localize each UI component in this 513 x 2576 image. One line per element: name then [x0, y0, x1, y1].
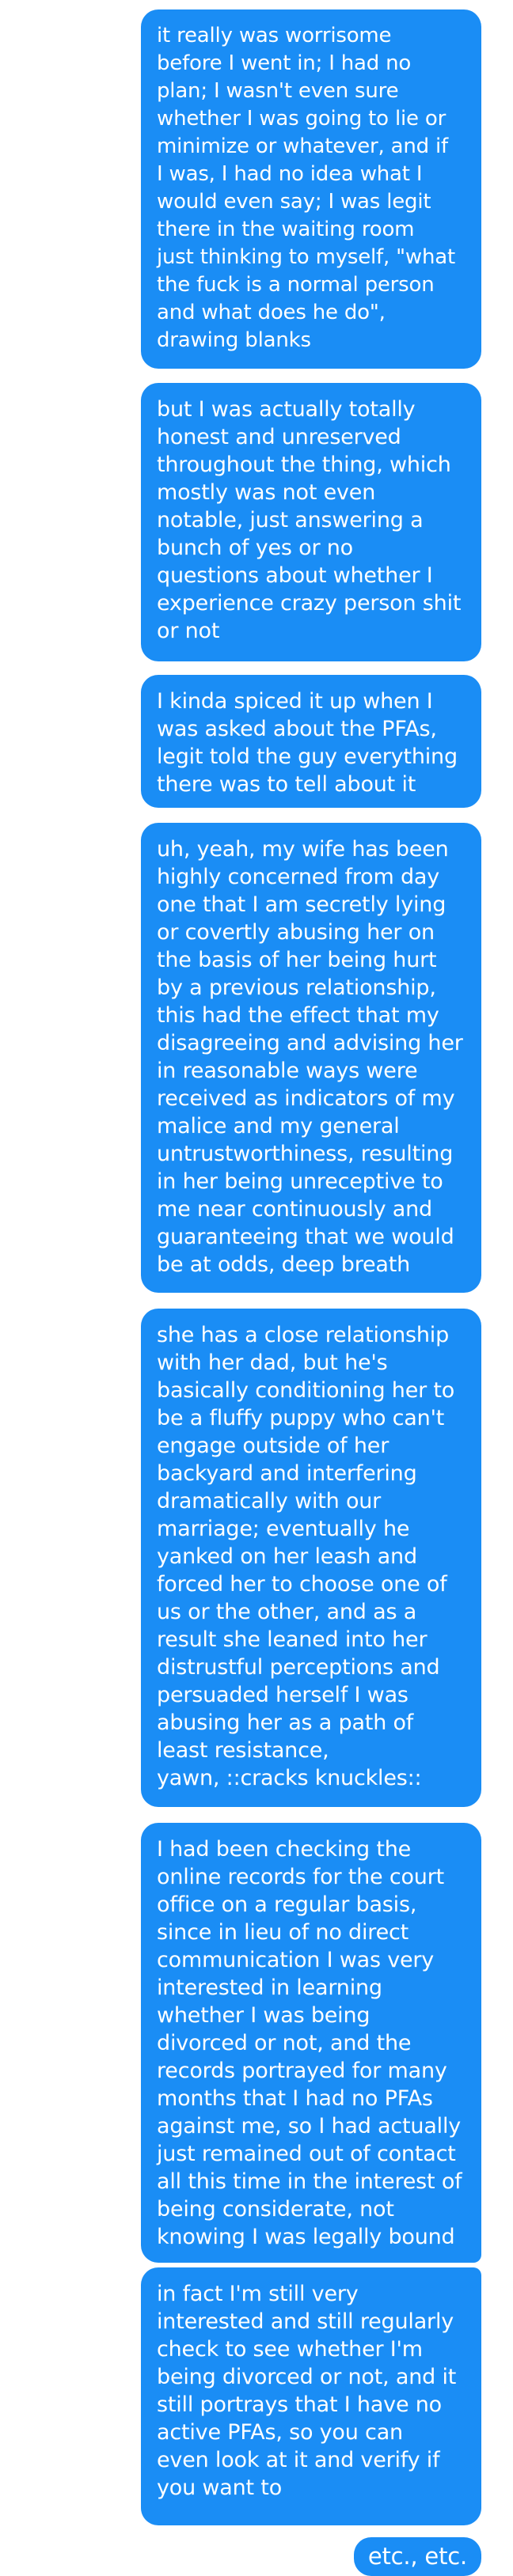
message-line: throughout the thing, which: [157, 453, 451, 477]
message-line: records portrayed for many: [157, 2059, 447, 2083]
message-bubble[interactable]: etc., etc.: [353, 2537, 481, 2576]
message-line: dramatically with our: [157, 1489, 382, 1513]
message-line: marriage; eventually he: [157, 1517, 410, 1541]
message-line: interested and still regularly: [157, 2309, 454, 2334]
message-line: check to see whether I'm: [157, 2337, 423, 2362]
message-line: legit told the guy everything: [157, 744, 458, 769]
message-line: she has a close relationship: [157, 1323, 450, 1347]
message-line: drawing blanks: [157, 328, 311, 352]
message-bubble[interactable]: uh, yeah, my wife has been highly concer…: [141, 823, 481, 1293]
message-line: there was to tell about it: [157, 772, 416, 797]
message-line: just remained out of contact: [157, 2142, 456, 2166]
message-line: I had been checking the: [157, 1837, 412, 1862]
message-line: was asked about the PFAs,: [157, 717, 437, 741]
message-line: active PFAs, so you can: [157, 2420, 403, 2445]
message-line: I was, I had no idea what I: [157, 162, 423, 186]
message-line: before I went in; I had no: [157, 51, 412, 75]
message-bubble[interactable]: in fact I'm still very interested and st…: [141, 2267, 481, 2525]
message-line: honest and unreserved: [157, 425, 401, 449]
message-line: minimize or whatever, and if: [157, 134, 448, 158]
message-thread: it really was worrisome before I went in…: [0, 0, 513, 2576]
message-line: office on a regular basis,: [157, 1892, 417, 1917]
message-line: received as indicators of my: [157, 1086, 455, 1111]
message-bubble[interactable]: she has a close relationship with her da…: [141, 1309, 481, 1807]
message-line: basically conditioning her to: [157, 1378, 455, 1403]
message-line: I kinda spiced it up when I: [157, 689, 433, 714]
message-line: but I was actually totally: [157, 397, 416, 422]
message-line: yanked on her leash and: [157, 1544, 417, 1569]
message-bubble[interactable]: I kinda spiced it up when I was asked ab…: [141, 675, 481, 808]
message-line: being divorced or not, and it: [157, 2365, 457, 2389]
message-line: the fuck is a normal person: [157, 273, 435, 297]
message-line: with her dad, but he's: [157, 1351, 388, 1375]
message-line: bunch of yes or no: [157, 536, 353, 560]
message-line: yawn, ::cracks knuckles::: [157, 1766, 422, 1790]
message-line: it really was worrisome: [157, 24, 392, 47]
message-line: knowing I was legally bound: [157, 2225, 455, 2249]
message-line: plan; I wasn't even sure: [157, 79, 399, 103]
message-line: against me, so I had actually: [157, 2114, 462, 2138]
message-line: abusing her as a path of: [157, 1710, 414, 1735]
message-line: being considerate, not: [157, 2197, 394, 2222]
message-line: still portrays that I have no: [157, 2392, 442, 2417]
message-line: or covertly abusing her on: [157, 920, 435, 945]
message-line: all this time in the interest of: [157, 2169, 462, 2194]
message-line: guaranteeing that we would: [157, 1225, 454, 1249]
message-line: and what does he do",: [157, 301, 386, 324]
message-line: untrustworthiness, resulting: [157, 1142, 454, 1166]
message-line: by a previous relationship,: [157, 975, 436, 1000]
message-bubble[interactable]: I had been checking the online records f…: [141, 1823, 481, 2263]
message-line: be a fluffy puppy who can't: [157, 1406, 445, 1430]
message-line: in her being unreceptive to: [157, 1169, 443, 1194]
message-line: in fact I'm still very: [157, 2282, 359, 2306]
message-line: communication I was very: [157, 1948, 435, 1972]
message-line: backyard and interfering: [157, 1461, 417, 1486]
message-line: notable, just answering a: [157, 508, 424, 532]
message-line: just thinking to myself, "what: [157, 245, 455, 269]
message-line: us or the other, and as a: [157, 1600, 417, 1624]
message-line: etc., etc.: [367, 2543, 467, 2570]
message-line: even look at it and verify if: [157, 2448, 440, 2472]
message-line: distrustful perceptions and: [157, 1655, 440, 1680]
message-line: engage outside of her: [157, 1434, 390, 1458]
message-line: whether I was being: [157, 2003, 370, 2028]
message-line: highly concerned from day: [157, 865, 440, 889]
message-line: since in lieu of no direct: [157, 1920, 409, 1945]
message-line: the basis of her being hurt: [157, 948, 437, 972]
message-line: would even say; I was legit: [157, 190, 431, 214]
message-line: you want to: [157, 2476, 283, 2500]
message-line: online records for the court: [157, 1865, 445, 1889]
message-line: divorced or not, and the: [157, 2031, 412, 2055]
message-line: persuaded herself I was: [157, 1683, 408, 1707]
message-bubble[interactable]: it really was worrisome before I went in…: [141, 9, 481, 369]
message-line: experience crazy person shit: [157, 591, 462, 616]
message-line: mostly was not even: [157, 480, 376, 505]
message-line: uh, yeah, my wife has been: [157, 837, 449, 862]
message-line: forced her to choose one of: [157, 1572, 447, 1597]
message-line: malice and my general: [157, 1114, 400, 1138]
message-line: be at odds, deep breath: [157, 1252, 411, 1277]
message-line: least resistance,: [157, 1738, 329, 1763]
message-line: interested in learning: [157, 1976, 382, 2000]
message-line: one that I am secretly lying: [157, 892, 446, 917]
message-bubble[interactable]: but I was actually totally honest and un…: [141, 383, 481, 661]
message-line: questions about whether I: [157, 563, 433, 588]
message-line: months that I had no PFAs: [157, 2086, 433, 2111]
message-line: this had the effect that my: [157, 1003, 439, 1028]
message-line: in reasonable ways were: [157, 1059, 418, 1083]
message-line: me near continuously and: [157, 1197, 432, 1222]
message-line: whether I was going to lie or: [157, 107, 446, 131]
message-line: disagreeing and advising her: [157, 1031, 463, 1055]
message-line: there in the waiting room: [157, 218, 415, 241]
message-line: result she leaned into her: [157, 1627, 428, 1652]
message-line: or not: [157, 619, 220, 643]
